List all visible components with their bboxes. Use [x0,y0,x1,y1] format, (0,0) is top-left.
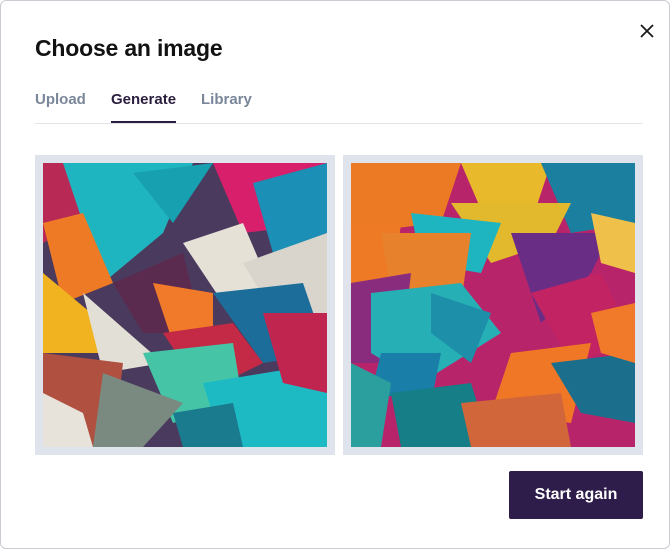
generated-image-option-1[interactable] [35,155,335,455]
choose-image-dialog: Choose an image Upload Generate Library [0,0,670,549]
tab-generate[interactable]: Generate [111,91,177,123]
start-again-button[interactable]: Start again [509,471,643,519]
generated-image-2 [351,163,635,447]
tab-upload[interactable]: Upload [35,91,86,121]
close-button[interactable] [633,17,661,45]
generated-image-option-2[interactable] [343,155,643,455]
dialog-title: Choose an image [35,35,223,61]
tab-library[interactable]: Library [201,91,252,121]
generated-image-1 [43,163,327,447]
tab-bar: Upload Generate Library [35,91,643,124]
close-icon [640,24,654,38]
